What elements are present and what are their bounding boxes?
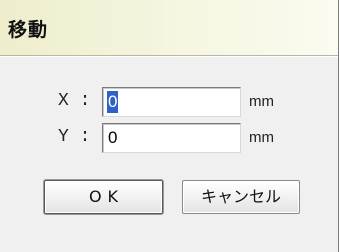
titlebar-divider <box>0 56 338 57</box>
y-unit-label: mm <box>249 129 274 146</box>
y-label: Y : <box>58 127 91 147</box>
cancel-button[interactable]: キャンセル <box>182 180 300 214</box>
move-dialog: 移動 X : 0 mm Y : 0 mm OK キャンセル <box>0 0 339 252</box>
ok-button-label: OK <box>88 187 125 206</box>
x-input-value: 0 <box>107 91 119 113</box>
x-input[interactable]: 0 <box>102 87 241 117</box>
y-input-value: 0 <box>108 128 118 147</box>
x-label: X : <box>58 91 91 111</box>
dialog-title: 移動 <box>8 19 49 41</box>
y-input[interactable]: 0 <box>102 123 241 153</box>
x-unit-label: mm <box>249 93 274 110</box>
ok-button[interactable]: OK <box>44 180 163 214</box>
cancel-button-label: キャンセル <box>200 187 281 206</box>
dialog-titlebar[interactable]: 移動 <box>0 0 338 56</box>
